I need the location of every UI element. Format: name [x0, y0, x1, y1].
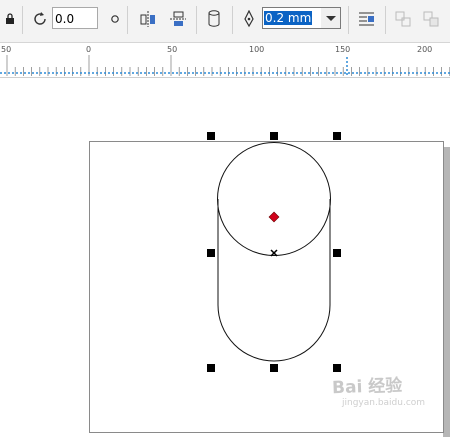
watermark-text: Bai 经验: [331, 375, 403, 399]
selection-handle-top-left[interactable]: [207, 132, 215, 140]
top-circle-shape[interactable]: [217, 142, 331, 256]
selection-handle-bottom-center[interactable]: [270, 364, 278, 372]
selection-handle-middle-left[interactable]: [207, 249, 215, 257]
center-marker[interactable]: [268, 211, 280, 223]
selection-handle-bottom-left[interactable]: [207, 364, 215, 372]
shapes-layer: [217, 142, 331, 362]
selection-handle-top-right[interactable]: [333, 132, 341, 140]
selection-handle-middle-right[interactable]: [333, 249, 341, 257]
selection-handle-bottom-right[interactable]: [333, 364, 341, 372]
cylinder-body-shape[interactable]: [217, 199, 331, 362]
selection-handle-top-center[interactable]: [270, 132, 278, 140]
watermark-url: jingyan.baidu.com: [342, 398, 426, 408]
